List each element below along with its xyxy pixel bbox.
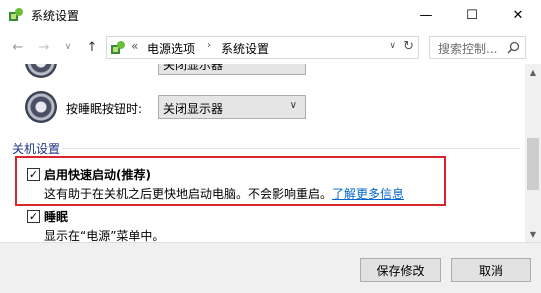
chevron-down-icon: ∨ [290,64,297,67]
address-bar[interactable]: « 电源选项 › 系统设置 ∨ ↻ [106,36,419,59]
search-placeholder: 搜索控制... [438,42,498,56]
cancel-button[interactable]: 取消 [451,258,531,282]
sleep-button-label: 按睡眠按钮时: [66,102,143,116]
power-button-action-value: 关闭显示器 [163,64,224,72]
minimize-button[interactable]: — [403,0,449,31]
close-button[interactable]: ✕ [495,0,541,31]
title-bar[interactable]: 系统设置 — ☐ ✕ [0,0,541,31]
shutdown-settings-heading: 关机设置 [12,142,61,156]
refresh-icon[interactable]: ↻ [403,39,414,54]
sleep-description: 显示在“电源”菜单中。 [44,229,165,242]
power-button-icon [25,64,57,78]
maximize-button[interactable]: ☐ [449,0,495,31]
scroll-down-icon[interactable]: ▼ [525,226,541,242]
up-arrow-icon[interactable]: ↑ [84,39,100,55]
fast-startup-description: 这有助于在关机之后更快地启动电脑。不会影响重启。 [44,187,333,201]
learn-more-link[interactable]: 了解更多信息 [332,185,404,202]
sleep-checkbox[interactable]: ✓ [27,210,40,223]
dialog-footer: 保存修改 取消 [0,242,541,293]
control-panel-icon [111,41,125,54]
power-button-action-select[interactable]: 关闭显示器 ∨ [158,64,306,75]
save-changes-button[interactable]: 保存修改 [360,258,441,282]
breadcrumb-separator-icon[interactable]: › [207,40,211,51]
overflow-chevron-icon[interactable]: « [131,39,138,53]
fast-startup-label[interactable]: 启用快速启动(推荐) [44,166,151,183]
sleep-button-action-select[interactable]: 关闭显示器 ∨ [158,95,306,119]
forward-arrow-icon[interactable]: → [36,39,52,55]
sleep-button-icon [25,91,57,123]
navigation-bar: ← → ∨ ↑ « 电源选项 › 系统设置 ∨ ↻ 搜索控制... [0,31,541,64]
fast-startup-checkbox[interactable]: ✓ [27,168,40,181]
address-dropdown-icon[interactable]: ∨ [389,41,396,51]
scroll-thumb[interactable] [527,138,539,190]
sleep-button-action-value: 关闭显示器 [163,102,224,116]
breadcrumb-system-settings[interactable]: 系统设置 [221,40,269,57]
search-icon[interactable] [507,41,520,54]
power-options-icon [9,8,23,21]
chevron-down-icon: ∨ [289,100,297,111]
search-input[interactable]: 搜索控制... [429,36,526,59]
breadcrumb-power-options[interactable]: 电源选项 [147,40,195,57]
window-title: 系统设置 [31,9,80,23]
recent-locations-chevron-icon[interactable]: ∨ [62,39,74,55]
back-arrow-icon[interactable]: ← [10,39,26,55]
scroll-up-icon[interactable]: ▲ [525,64,541,80]
settings-content: 关闭显示器 ∨ 按睡眠按钮时: 关闭显示器 ∨ 关机设置 ✓ 启用快速启动(推荐… [0,64,525,242]
system-settings-window: 系统设置 — ☐ ✕ ← → ∨ ↑ « 电源选项 › 系统设置 ∨ ↻ 搜索控… [0,0,541,293]
vertical-scrollbar[interactable]: ▲ ▼ [525,64,541,242]
sleep-label[interactable]: 睡眠 [44,208,68,225]
section-divider [62,148,520,149]
